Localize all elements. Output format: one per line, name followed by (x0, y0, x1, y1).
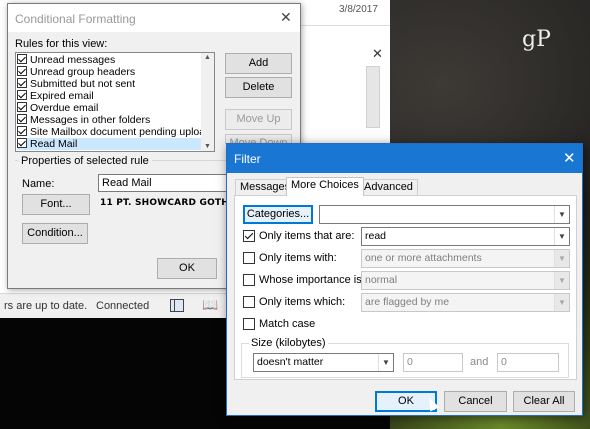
clear-all-button[interactable]: Clear All (513, 391, 575, 412)
filter-dialog: Filter ✕ Messages More Choices Advanced … (226, 143, 583, 416)
checkbox[interactable] (17, 126, 27, 136)
rules-list[interactable]: Unread messages Unread group headers Sub… (15, 52, 215, 152)
rule-label: Messages in other folders (30, 114, 151, 126)
name-label: Name: (22, 178, 55, 190)
select-value: one or more attachments (365, 252, 482, 264)
rule-label: Site Mailbox document pending uploa (30, 126, 206, 138)
name-input[interactable]: Read Mail (98, 174, 238, 192)
status-sync-text: rs are up to date. (4, 300, 88, 312)
categories-button[interactable]: Categories... (243, 205, 313, 224)
rule-item[interactable]: Overdue email (17, 102, 214, 114)
select-value: are flagged by me (365, 296, 450, 308)
size-condition-select[interactable]: doesn't matter ▼ (253, 353, 394, 372)
checkbox[interactable] (17, 78, 27, 88)
scroll-down-icon[interactable]: ▼ (204, 143, 211, 150)
checkbox[interactable] (17, 138, 27, 148)
cancel-button[interactable]: Cancel (444, 391, 507, 412)
tab-more-choices[interactable]: More Choices (286, 177, 364, 196)
font-sample: 11 PT. SHOWCARD GOTHIC (100, 198, 240, 208)
rule-label: Overdue email (30, 102, 99, 114)
size-label: Size (kilobytes) (249, 337, 328, 349)
rule-item-selected[interactable]: Read Mail (17, 138, 214, 150)
only-items-with-checkbox[interactable] (243, 252, 255, 264)
status-connected: Connected (96, 300, 150, 312)
checkbox[interactable] (17, 90, 27, 100)
list-scrollbar[interactable]: ▲ ▼ (201, 53, 214, 151)
reading-view-icon[interactable]: 📖 (202, 297, 218, 313)
title-bar: Filter ✕ (227, 144, 582, 173)
rule-label: Unread messages (30, 54, 116, 66)
categories-input[interactable]: ▼ (319, 205, 570, 224)
whose-importance-checkbox[interactable] (243, 274, 255, 286)
rule-label: Read Mail (30, 138, 78, 150)
whose-importance-label: Whose importance is: (259, 274, 365, 286)
select-value: normal (365, 274, 398, 286)
dialog-title: Filter (234, 152, 261, 166)
message-date: 3/8/2017 (339, 4, 378, 15)
scroll-up-icon[interactable]: ▲ (204, 54, 211, 61)
close-icon[interactable]: ✕ (563, 149, 576, 167)
rule-item[interactable]: Submitted but not sent (17, 78, 214, 90)
rule-item[interactable]: Unread group headers (17, 66, 214, 78)
match-case-checkbox[interactable] (243, 318, 255, 330)
only-items-with-label: Only items with: (259, 252, 337, 264)
chevron-down-icon: ▼ (554, 272, 569, 289)
only-items-that-are-select[interactable]: read ▼ (361, 227, 570, 246)
only-items-that-are-checkbox[interactable] (243, 230, 255, 242)
rules-label: Rules for this view: (15, 38, 108, 50)
scrollbar[interactable] (366, 66, 380, 128)
divider (300, 25, 390, 26)
background-text-fragment: k (0, 258, 6, 275)
match-case-label: Match case (259, 318, 316, 330)
chevron-down-icon: ▼ (554, 250, 569, 267)
only-items-which-label: Only items which: (259, 296, 346, 308)
size-from-input[interactable]: 0 (403, 353, 463, 372)
tab-advanced[interactable]: Advanced (359, 179, 418, 195)
select-value: read (365, 230, 387, 242)
rule-item[interactable]: Site Mailbox document pending uploa (17, 126, 214, 138)
select-value: doesn't matter (257, 356, 324, 368)
ok-button[interactable]: OK (157, 258, 217, 279)
chevron-down-icon[interactable]: ▼ (378, 354, 393, 371)
chevron-down-icon[interactable]: ▼ (554, 228, 569, 245)
add-button[interactable]: Add (225, 53, 292, 74)
delete-button[interactable]: Delete (225, 77, 292, 98)
rule-item[interactable]: Messages in other folders (17, 114, 214, 126)
rule-item[interactable]: Unread messages (17, 54, 214, 66)
close-icon[interactable]: ✕ (280, 9, 292, 26)
checkbox[interactable] (17, 114, 27, 124)
rule-label: Submitted but not sent (30, 78, 136, 90)
only-items-which-select[interactable]: are flagged by me ▼ (361, 293, 570, 312)
only-items-that-are-label: Only items that are: (259, 230, 355, 242)
rule-label: Expired email (30, 90, 94, 102)
whose-importance-select[interactable]: normal ▼ (361, 271, 570, 290)
groovypost-logo: gP (522, 27, 551, 52)
condition-button[interactable]: Condition... (22, 223, 88, 244)
normal-view-icon[interactable] (170, 299, 184, 312)
rule-label: Unread group headers (30, 66, 136, 78)
chevron-down-icon[interactable]: ▼ (554, 206, 569, 223)
properties-label: Properties of selected rule (18, 155, 152, 167)
font-button[interactable]: Font... (22, 194, 90, 215)
move-up-button[interactable]: Move Up (225, 109, 292, 130)
close-icon[interactable]: ✕ (372, 46, 383, 62)
and-label: and (470, 356, 489, 368)
checkbox[interactable] (17, 102, 27, 112)
size-to-input[interactable]: 0 (497, 353, 559, 372)
only-items-with-select[interactable]: one or more attachments ▼ (361, 249, 570, 268)
chevron-down-icon: ▼ (554, 294, 569, 311)
checkbox[interactable] (17, 66, 27, 76)
checkbox[interactable] (17, 54, 27, 64)
dialog-title: Conditional Formatting (15, 12, 136, 26)
title-bar: Conditional Formatting ✕ (8, 4, 300, 32)
rule-item[interactable]: Expired email (17, 90, 214, 102)
only-items-which-checkbox[interactable] (243, 296, 255, 308)
